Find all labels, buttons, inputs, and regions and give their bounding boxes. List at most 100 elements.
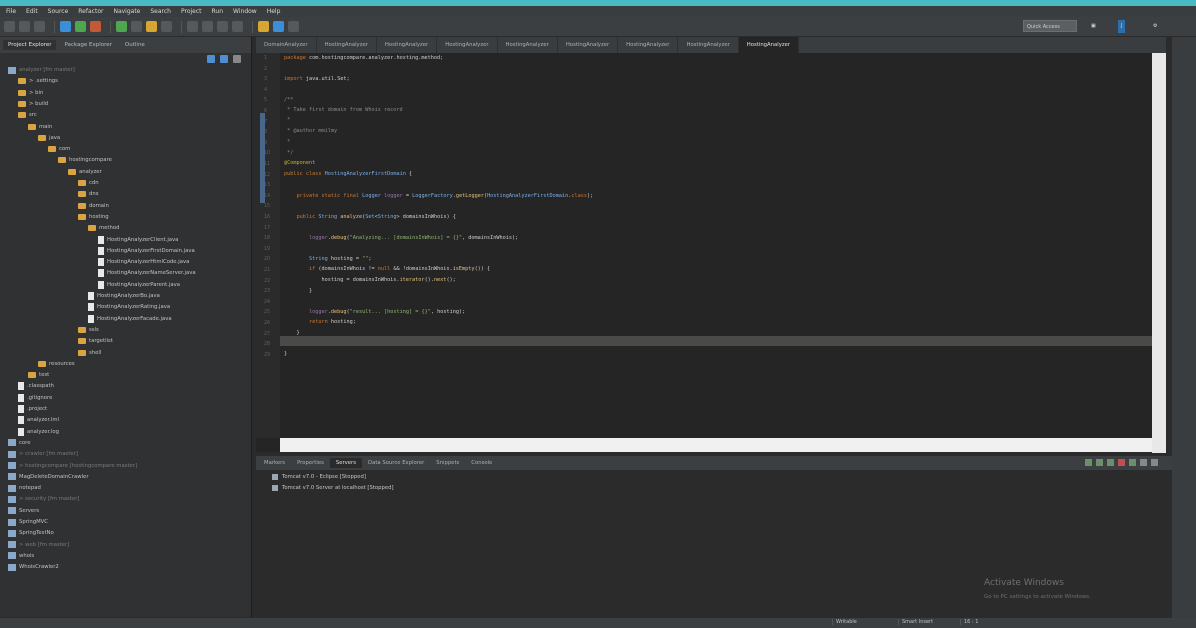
- tree-item[interactable]: MagDeleteDomainCrawler: [8, 472, 89, 482]
- menu-window[interactable]: Window: [233, 8, 257, 15]
- menu-edit[interactable]: Edit: [26, 8, 38, 15]
- editor-horizontal-scrollbar[interactable]: [280, 438, 1152, 452]
- run-icon[interactable]: [75, 21, 86, 32]
- tree-item[interactable]: main: [28, 122, 52, 132]
- tab-project-explorer[interactable]: Project Explorer: [3, 40, 57, 50]
- toggle-mark-icon[interactable]: [288, 21, 299, 32]
- code-text-area[interactable]: package com.hostingcompare.analyzer.host…: [280, 53, 1152, 438]
- tree-item[interactable]: .project: [18, 404, 47, 414]
- tree-item[interactable]: > bin: [18, 88, 43, 98]
- start-server-icon[interactable]: [1096, 459, 1103, 466]
- editor-tab[interactable]: HostingAnalyzer: [498, 37, 558, 53]
- editor-vertical-scrollbar[interactable]: [1152, 53, 1166, 453]
- tree-item[interactable]: com: [48, 144, 70, 154]
- tree-item[interactable]: HostingAnalyzerClient.java: [98, 235, 178, 245]
- perspective-java-ee-button[interactable]: J: [1118, 20, 1126, 33]
- editor-tab[interactable]: HostingAnalyzer: [738, 37, 800, 53]
- tree-item[interactable]: cdn: [78, 178, 99, 188]
- quick-access-input[interactable]: Quick Access: [1023, 20, 1077, 32]
- menu-search[interactable]: Search: [150, 8, 171, 15]
- previous-annotation-icon[interactable]: [202, 21, 213, 32]
- tree-item[interactable]: > security [fm master]: [8, 494, 79, 504]
- tree-item[interactable]: method: [88, 223, 119, 233]
- tree-item[interactable]: HostingAnalyzerNameServer.java: [98, 268, 196, 278]
- server-item[interactable]: Tomcat v7.0 - Eclipse [Stopped]: [272, 474, 366, 480]
- menu-help[interactable]: Help: [267, 8, 281, 15]
- editor-tab[interactable]: HostingAnalyzer: [618, 37, 679, 53]
- collapse-all-icon[interactable]: [207, 55, 215, 63]
- tab-package-explorer[interactable]: Package Explorer: [59, 40, 116, 50]
- save-all-icon[interactable]: [34, 21, 45, 32]
- tree-item[interactable]: SpringTestNo: [8, 528, 54, 538]
- view-menu-icon[interactable]: [233, 55, 241, 63]
- tree-item[interactable]: > crawler [fm master]: [8, 449, 78, 459]
- tab-console[interactable]: Console: [465, 458, 498, 468]
- tab-properties[interactable]: Properties: [291, 458, 330, 468]
- tab-outline[interactable]: Outline: [120, 40, 150, 50]
- tree-item[interactable]: Servers: [8, 506, 39, 516]
- pin-editor-icon[interactable]: [258, 21, 269, 32]
- tree-item[interactable]: core: [8, 438, 30, 448]
- menu-run[interactable]: Run: [212, 8, 224, 15]
- tree-item[interactable]: analyzer: [68, 167, 102, 177]
- tree-item[interactable]: HostingAnalyzerParent.java: [98, 280, 180, 290]
- tree-item[interactable]: ssls: [78, 325, 99, 335]
- search-icon[interactable]: [146, 21, 157, 32]
- tree-item[interactable]: HostingAnalyzerFacade.java: [88, 314, 172, 324]
- tree-item[interactable]: HostingAnalyzerHtmlCode.java: [98, 257, 189, 267]
- back-icon[interactable]: [217, 21, 228, 32]
- publish-icon[interactable]: [1129, 459, 1136, 466]
- link-editor-icon[interactable]: [220, 55, 228, 63]
- tree-item[interactable]: test: [28, 370, 49, 380]
- tree-item[interactable]: WhoisCrawler2: [8, 562, 59, 572]
- tree-item[interactable]: domain: [78, 201, 109, 211]
- tab-snippets[interactable]: Snippets: [430, 458, 465, 468]
- menu-source[interactable]: Source: [48, 8, 69, 15]
- open-type-icon[interactable]: [131, 21, 142, 32]
- minimize-icon[interactable]: [1140, 459, 1147, 466]
- editor-tab[interactable]: HostingAnalyzer: [377, 37, 438, 53]
- menu-file[interactable]: File: [6, 8, 16, 15]
- start-server-icon[interactable]: [116, 21, 127, 32]
- profile-icon[interactable]: [1107, 459, 1114, 466]
- perspective-debug-icon[interactable]: ⚙: [1150, 20, 1160, 33]
- tree-item[interactable]: analyzer.iml: [18, 415, 59, 425]
- tree-item[interactable]: shell: [78, 348, 101, 358]
- tree-item[interactable]: analyzer [fm master]: [8, 65, 75, 75]
- tree-item[interactable]: notepad: [8, 483, 41, 493]
- tree-item[interactable]: > hostingcompare [hostingcompare master]: [8, 461, 137, 471]
- start-debug-icon[interactable]: [1085, 459, 1092, 466]
- tree-item[interactable]: resources: [38, 359, 75, 369]
- server-item[interactable]: Tomcat v7.0 Server at localhost [Stopped…: [272, 485, 394, 491]
- tree-item[interactable]: dns: [78, 189, 98, 199]
- tree-item[interactable]: .gitignore: [18, 393, 52, 403]
- editor-tab[interactable]: HostingAnalyzer: [437, 37, 498, 53]
- menu-refactor[interactable]: Refactor: [78, 8, 103, 15]
- tree-item[interactable]: hosting: [78, 212, 109, 222]
- stop-server-icon[interactable]: [1118, 459, 1125, 466]
- tree-item[interactable]: HostingAnalyzerFirstDomain.java: [98, 246, 195, 256]
- editor-tab[interactable]: DomainAnalyzer: [256, 37, 317, 53]
- editor-tab[interactable]: HostingAnalyzer: [317, 37, 377, 53]
- open-task-icon[interactable]: [161, 21, 172, 32]
- tree-item[interactable]: targetlist: [78, 336, 113, 346]
- forward-icon[interactable]: [232, 21, 243, 32]
- tab-data-source-explorer[interactable]: Data Source Explorer: [362, 458, 430, 468]
- tree-item[interactable]: > web [fm master]: [8, 540, 69, 550]
- new-icon[interactable]: [4, 21, 15, 32]
- tree-item[interactable]: HostingAnalyzerRating.java: [88, 302, 170, 312]
- next-annotation-icon[interactable]: [187, 21, 198, 32]
- tree-item[interactable]: src: [18, 110, 37, 120]
- external-tools-icon[interactable]: [90, 21, 101, 32]
- editor-tab[interactable]: HostingAnalyzer: [678, 37, 739, 53]
- tree-item[interactable]: hostingcompare: [58, 155, 112, 165]
- tree-item[interactable]: analyzer.log: [18, 427, 59, 437]
- perspective-java-icon[interactable]: ▣: [1088, 20, 1099, 33]
- menu-navigate[interactable]: Navigate: [113, 8, 140, 15]
- tree-item[interactable]: whois: [8, 551, 34, 561]
- tree-item[interactable]: .classpath: [18, 381, 54, 391]
- tab-servers[interactable]: Servers: [329, 458, 362, 468]
- tree-item[interactable]: SpringMVC: [8, 517, 48, 527]
- tree-item[interactable]: > .settings: [18, 76, 58, 86]
- save-icon[interactable]: [19, 21, 30, 32]
